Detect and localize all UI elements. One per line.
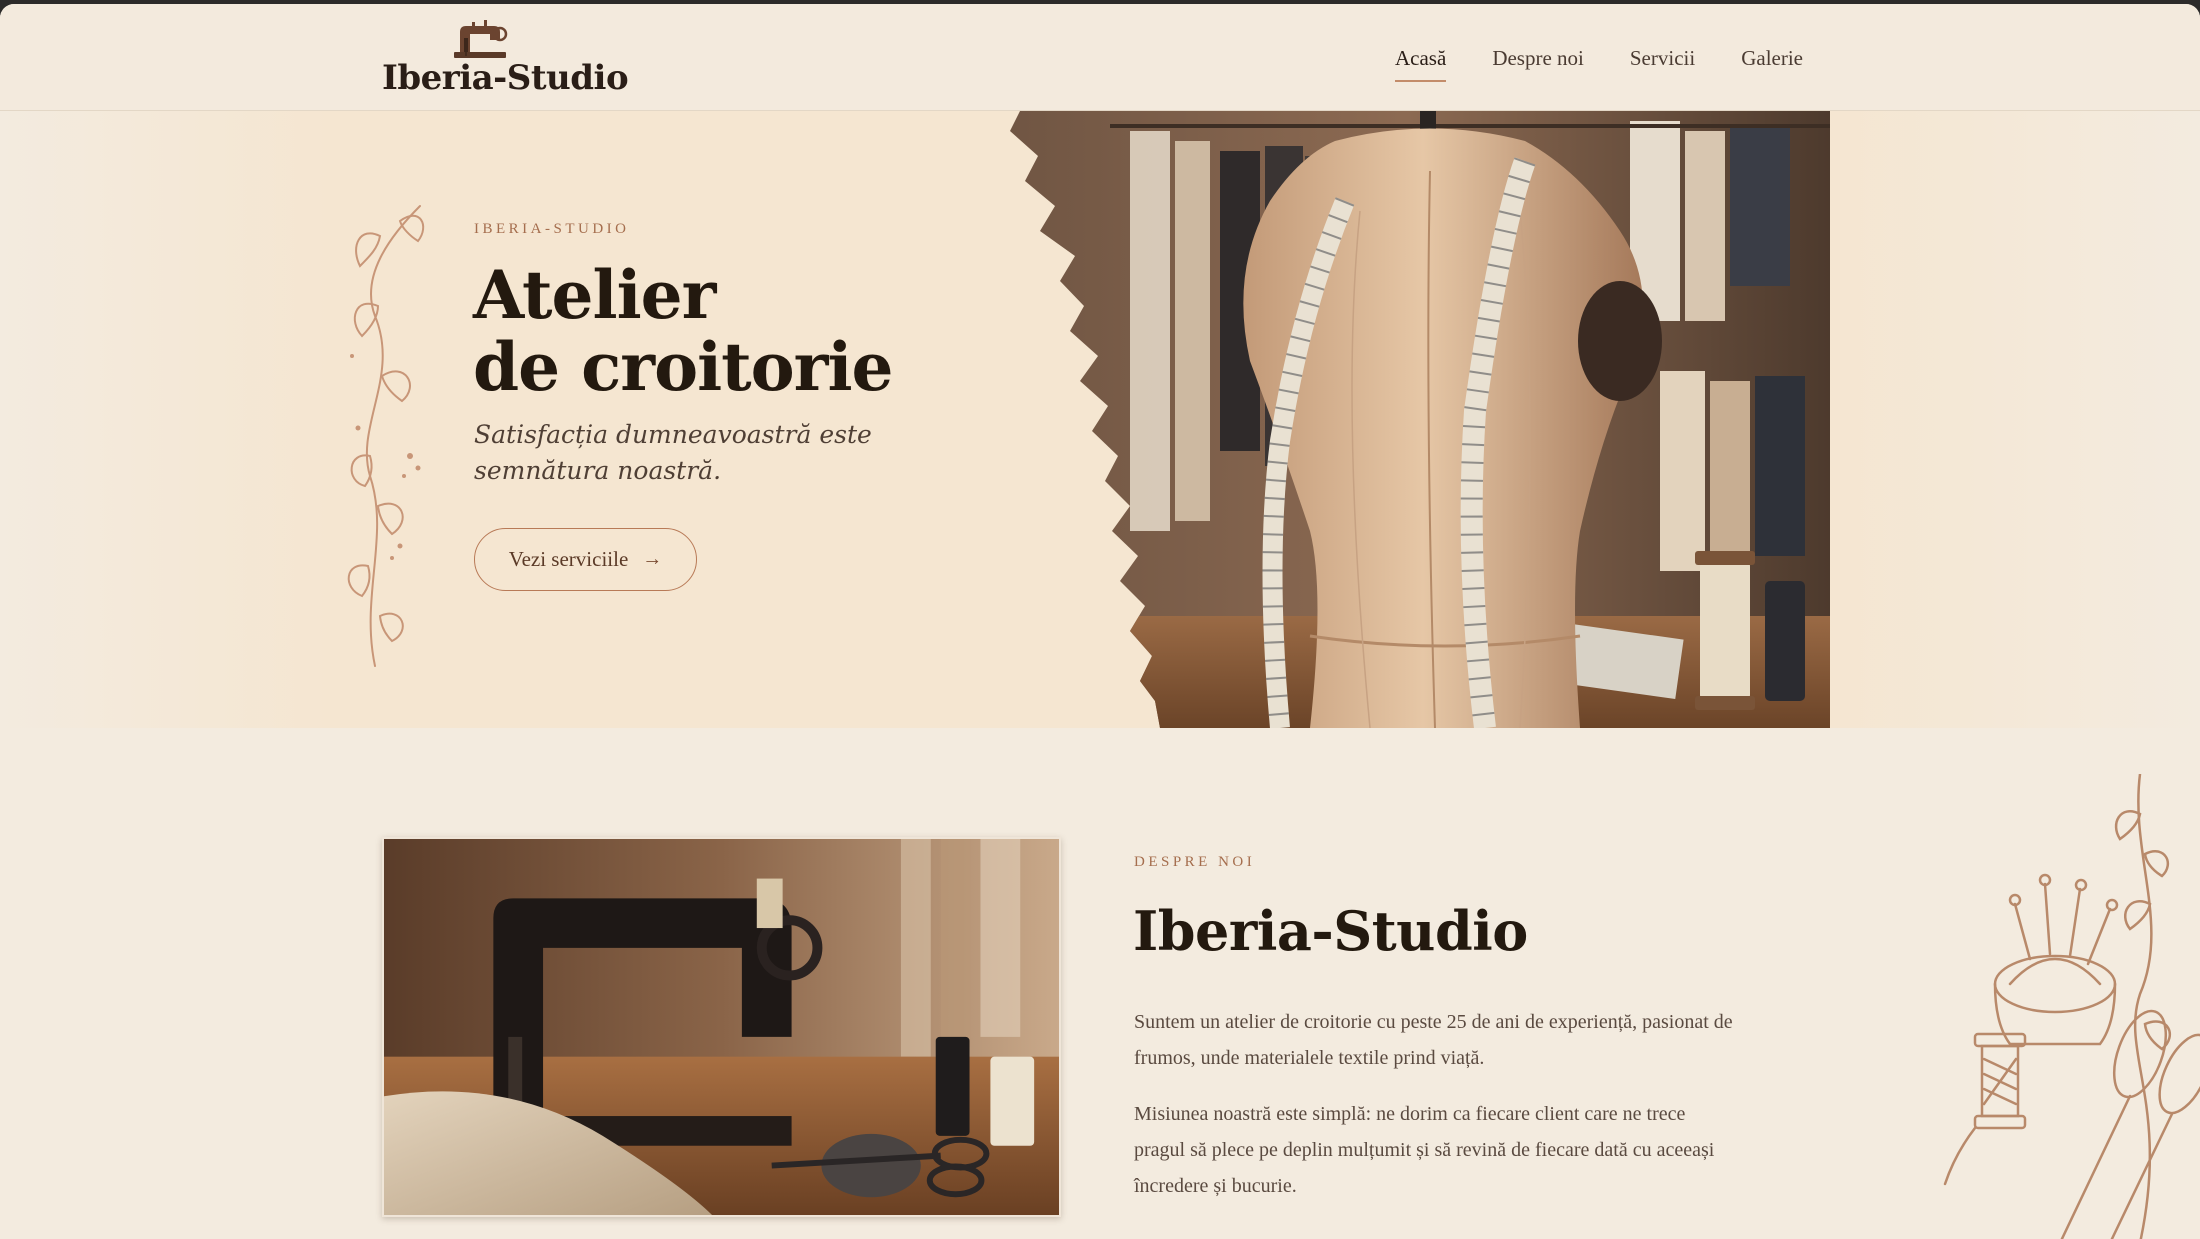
mannequin-photo <box>1010 111 1830 728</box>
nav-item-galerie[interactable]: Galerie <box>1741 46 1803 71</box>
hero-title: Atelier de croitorie <box>473 256 894 406</box>
hero-tagline: Satisfacția dumneavoastră este semnătura… <box>474 420 872 485</box>
view-services-button[interactable]: Vezi serviciile → <box>474 528 697 591</box>
hero-eyebrow: IBERIA-STUDIO <box>474 221 630 237</box>
sewing-machine-photo <box>382 837 1061 1217</box>
hero-section: IBERIA-STUDIO Atelier de croitorie Satis… <box>0 111 2200 728</box>
about-eyebrow: DESPRE NOI <box>1134 854 1256 870</box>
hero-fade-right <box>1820 111 2200 728</box>
about-paragraph-1: Suntem un atelier de croitorie cu peste … <box>1134 1011 1733 1069</box>
about-title: Iberia-Studio <box>1133 899 1528 963</box>
browser-window: Iberia-Studio Acasă Despre noi Servicii … <box>0 4 2200 1239</box>
logo[interactable]: Iberia-Studio <box>382 18 629 103</box>
site-header: Iberia-Studio Acasă Despre noi Servicii … <box>0 4 2200 111</box>
about-paragraph-2: Misiunea noastră este simplă: ne dorim c… <box>1134 1103 1715 1197</box>
hero-title-line2: de croitorie <box>473 328 894 406</box>
botanical-branch-illustration <box>347 205 425 667</box>
view-services-label: Vezi serviciile <box>508 547 629 571</box>
sewing-machine-icon <box>454 20 508 58</box>
nav-item-despre-noi[interactable]: Despre noi <box>1492 46 1584 71</box>
main-nav: Acasă Despre noi Servicii Galerie <box>1395 46 1849 82</box>
hero-fade-left <box>0 111 330 728</box>
nav-item-servicii[interactable]: Servicii <box>1630 46 1695 71</box>
arrow-right-icon: → <box>642 548 663 570</box>
logo-text: Iberia-Studio <box>382 58 629 98</box>
hero-title-line1: Atelier <box>473 256 716 334</box>
sewing-tools-illustration <box>1943 774 2200 1239</box>
nav-item-acasa[interactable]: Acasă <box>1395 46 1447 82</box>
